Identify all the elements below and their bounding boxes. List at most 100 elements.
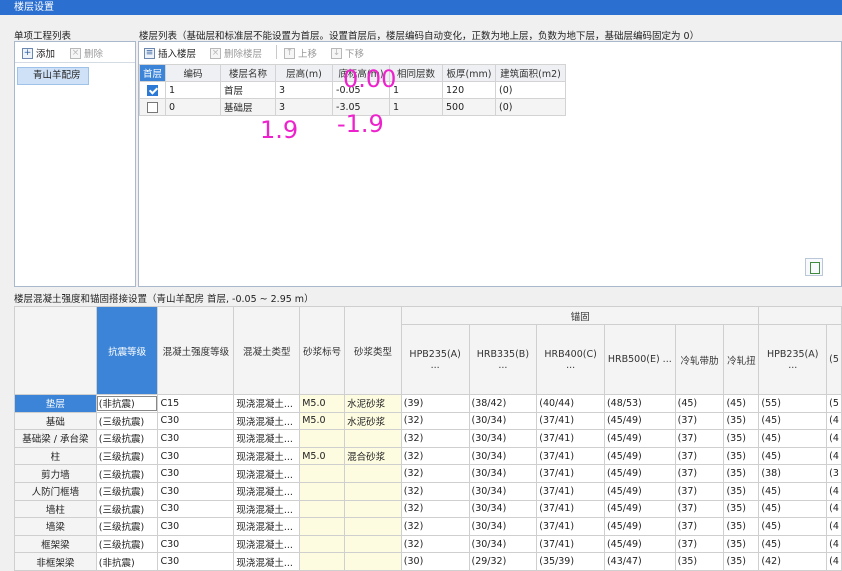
col-header[interactable]: 抗震等级 — [95, 306, 159, 395]
setting-cell[interactable]: (30/34) — [468, 481, 538, 501]
delete-project-button[interactable]: × 删除 — [70, 46, 103, 60]
first-floor-checkbox[interactable] — [147, 101, 158, 113]
col-header[interactable]: 混凝土强度等级 — [157, 306, 235, 395]
setting-cell[interactable]: (37/41) — [536, 499, 605, 519]
component-row[interactable]: 基础梁 / 承台梁 (三级抗震) C30 现浇混凝土... (32) (30/34) (37… — [14, 429, 842, 448]
component-row[interactable]: 剪力墙 (三级抗震) C30 现浇混凝土... (32) (30/34) (37/41) (4… — [14, 464, 842, 483]
setting-cell[interactable]: (35) — [723, 446, 760, 466]
floor-slab[interactable]: 120 — [442, 81, 497, 99]
floor-name[interactable]: 基础层 — [220, 98, 277, 116]
floor-same[interactable]: 1 — [389, 98, 444, 116]
insert-floor-button[interactable]: ≡ 插入楼层 — [144, 46, 196, 60]
setting-cell[interactable]: (30/34) — [468, 499, 538, 519]
setting-cell[interactable]: (45/49) — [603, 517, 676, 536]
component-row[interactable]: 框架梁 (三级抗震) C30 现浇混凝土... (32) (30/34) (37/41) (4… — [14, 534, 842, 554]
col-header[interactable]: 楼层名称 — [220, 64, 277, 82]
setting-cell[interactable]: (37/41) — [536, 429, 605, 448]
setting-cell[interactable]: (37/41) — [536, 534, 605, 554]
setting-cell[interactable]: (30/34) — [468, 429, 538, 448]
setting-cell[interactable]: (45) — [674, 394, 725, 413]
setting-cell[interactable]: (37) — [674, 446, 725, 466]
setting-cell[interactable]: (三级抗震) — [95, 411, 159, 431]
setting-cell[interactable]: (35) — [723, 517, 760, 536]
setting-cell[interactable]: (37/41) — [536, 481, 605, 501]
setting-cell[interactable]: (三级抗震) — [95, 499, 159, 519]
setting-cell[interactable]: (37) — [674, 517, 725, 536]
setting-cell[interactable]: (4 — [826, 481, 842, 501]
setting-cell[interactable] — [299, 481, 346, 501]
setting-cell[interactable]: (45) — [758, 429, 828, 448]
setting-cell[interactable]: (35) — [723, 481, 760, 501]
setting-cell[interactable] — [299, 517, 346, 536]
setting-cell[interactable]: (32) — [400, 499, 470, 519]
project-item[interactable]: 青山羊配房 — [17, 67, 89, 85]
setting-cell[interactable] — [344, 429, 402, 448]
setting-cell[interactable]: (30/34) — [468, 534, 538, 554]
col-header[interactable]: (5 — [826, 324, 842, 395]
setting-cell[interactable]: (30/34) — [468, 464, 538, 483]
floor-code[interactable]: 1 — [165, 81, 222, 99]
setting-cell[interactable]: M5.0 — [299, 446, 346, 466]
setting-cell[interactable]: (39) — [400, 394, 470, 413]
document-icon[interactable] — [805, 258, 823, 276]
setting-cell[interactable]: (4 — [826, 429, 842, 448]
setting-cell[interactable]: 现浇混凝土... — [233, 429, 301, 448]
setting-cell[interactable] — [299, 534, 346, 554]
setting-cell[interactable]: (32) — [400, 411, 470, 431]
setting-cell[interactable]: (45/49) — [603, 446, 676, 466]
setting-cell[interactable]: M5.0 — [299, 411, 346, 431]
setting-cell[interactable]: (30/34) — [468, 446, 538, 466]
floor-slab[interactable]: 500 — [442, 98, 497, 116]
setting-cell[interactable]: 水泥砂浆 — [344, 411, 402, 431]
col-header[interactable]: 编码 — [165, 64, 222, 82]
setting-cell[interactable]: M5.0 — [299, 394, 346, 413]
setting-cell[interactable]: (37) — [674, 481, 725, 501]
setting-cell[interactable]: C30 — [157, 481, 235, 501]
component-row[interactable]: 墙梁 (三级抗震) C30 现浇混凝土... (32) (30/34) (37/41) (45… — [14, 517, 842, 536]
setting-cell[interactable]: (37/41) — [536, 464, 605, 483]
setting-cell[interactable]: (38) — [758, 464, 828, 483]
col-header[interactable]: HPB235(A) ... — [400, 324, 470, 395]
setting-cell[interactable]: (45/49) — [603, 429, 676, 448]
setting-cell[interactable]: (45) — [758, 446, 828, 466]
setting-cell[interactable] — [344, 481, 402, 501]
setting-cell[interactable]: (三级抗震) — [95, 517, 159, 536]
col-header[interactable]: 混凝土类型 — [233, 306, 301, 395]
setting-cell[interactable]: (三级抗震) — [95, 481, 159, 501]
col-header[interactable]: HPB235(A) ... — [758, 324, 828, 395]
component-row[interactable]: 柱 (三级抗震) C30 现浇混凝土... M5.0 混合砂浆 (32) (30/34) (37… — [14, 446, 842, 466]
col-header[interactable]: 冷轧扭 — [723, 324, 760, 395]
setting-cell[interactable]: (5 — [826, 394, 842, 413]
component-row[interactable]: 人防门框墙 (三级抗震) C30 现浇混凝土... (32) (30/34) (37/41)… — [14, 481, 842, 501]
col-header[interactable]: HRB400(C) ... — [536, 324, 605, 395]
setting-cell[interactable]: C15 — [157, 394, 235, 413]
col-header[interactable]: HRB500(E) ... — [603, 324, 676, 395]
setting-cell[interactable]: 现浇混凝土... — [233, 517, 301, 536]
setting-cell[interactable]: (三级抗震) — [95, 429, 159, 448]
setting-cell[interactable]: (35) — [723, 429, 760, 448]
setting-cell[interactable]: (37) — [674, 499, 725, 519]
floor-same[interactable]: 1 — [389, 81, 444, 99]
col-header[interactable]: HRB335(B) ... — [468, 324, 538, 395]
setting-cell[interactable] — [299, 464, 346, 483]
setting-cell[interactable]: (三级抗震) — [95, 446, 159, 466]
setting-cell[interactable]: (45/49) — [603, 411, 676, 431]
first-floor-cell[interactable] — [138, 81, 167, 99]
setting-cell[interactable]: (35) — [723, 499, 760, 519]
setting-cell[interactable]: (35) — [723, 411, 760, 431]
setting-cell[interactable]: (37) — [674, 464, 725, 483]
setting-cell[interactable]: (35) — [723, 464, 760, 483]
setting-cell[interactable]: 现浇混凝土... — [233, 411, 301, 431]
setting-cell[interactable]: (37/41) — [536, 411, 605, 431]
setting-cell[interactable]: 现浇混凝土... — [233, 464, 301, 483]
setting-cell[interactable]: C30 — [157, 517, 235, 536]
setting-cell[interactable]: (45/49) — [603, 534, 676, 554]
component-row[interactable]: 墙柱 (三级抗震) C30 现浇混凝土... (32) (30/34) (37/41) (45… — [14, 499, 842, 519]
setting-cell[interactable]: (32) — [400, 481, 470, 501]
setting-cell[interactable]: (4 — [826, 517, 842, 536]
col-header[interactable]: 砂浆类型 — [344, 306, 402, 395]
add-project-button[interactable]: + 添加 — [22, 46, 55, 60]
setting-cell[interactable]: (48/53) — [603, 394, 676, 413]
col-header[interactable]: 建筑面积(m2) — [495, 64, 567, 82]
setting-cell[interactable]: (32) — [400, 517, 470, 536]
